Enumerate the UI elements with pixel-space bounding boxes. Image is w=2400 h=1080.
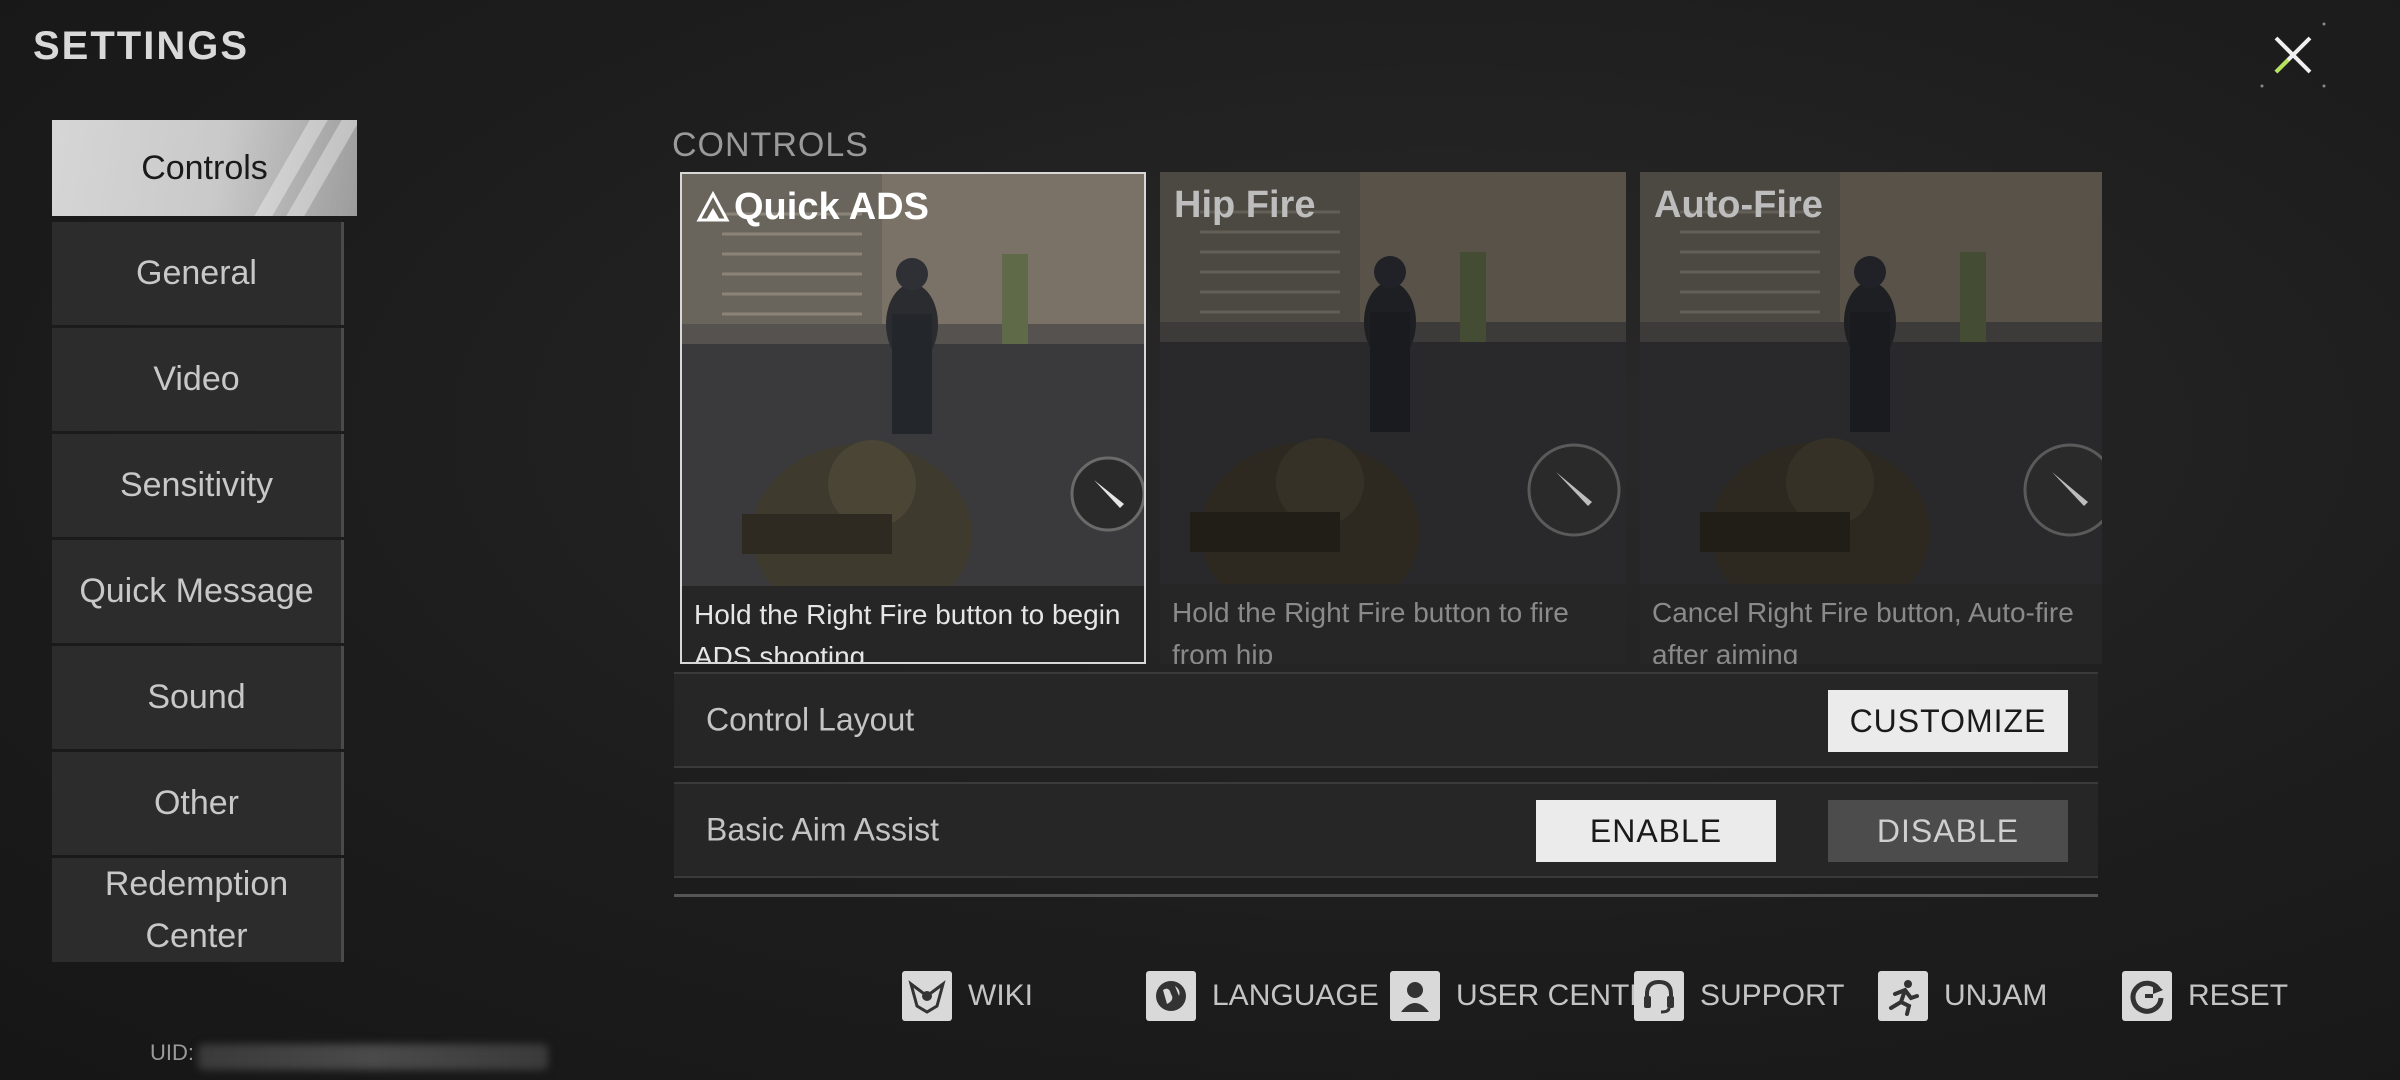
enable-button[interactable]: ENABLE	[1536, 800, 1776, 862]
mode-card-hip-fire[interactable]: Hip Fire Hold the Right Fire button to f…	[1160, 172, 1626, 664]
section-divider	[674, 894, 2098, 897]
user-center-button[interactable]: USER CENTER	[1390, 968, 1671, 1024]
fire-button-icon	[1070, 456, 1144, 532]
wiki-icon	[902, 971, 952, 1021]
mode-caption: Hold the Right Fire button to fire from …	[1160, 584, 1626, 664]
unjam-button[interactable]: UNJAM	[1878, 968, 2047, 1024]
sidebar-item-video[interactable]: Video	[52, 328, 344, 431]
close-button[interactable]	[2258, 20, 2328, 90]
sidebar-item-label: Quick Message	[79, 572, 314, 610]
sidebar-item-redemption-center[interactable]: Redemption Center	[52, 858, 344, 962]
sidebar-item-label: Sound	[147, 678, 246, 716]
reset-icon	[2122, 971, 2172, 1021]
support-label: SUPPORT	[1700, 979, 1845, 1012]
globe-icon	[1146, 971, 1196, 1021]
wiki-button[interactable]: WIKI	[902, 968, 1033, 1024]
support-button[interactable]: SUPPORT	[1634, 968, 1844, 1024]
selected-triangle-icon	[696, 190, 730, 221]
mode-card-auto-fire[interactable]: Auto-Fire Cancel Right Fire button, Auto…	[1640, 172, 2102, 664]
disable-button[interactable]: DISABLE	[1828, 800, 2068, 862]
sidebar-item-controls[interactable]: Controls	[52, 120, 357, 216]
sidebar-item-other[interactable]: Other	[52, 752, 344, 855]
mode-caption: Hold the Right Fire button to begin ADS …	[682, 586, 1144, 662]
uid-value-redacted	[198, 1044, 548, 1070]
page-title: SETTINGS	[33, 24, 250, 68]
unjam-label: UNJAM	[1944, 979, 2048, 1012]
uid-label: UID:	[150, 1040, 194, 1065]
headset-icon	[1634, 971, 1684, 1021]
sidebar-item-label: Controls	[141, 148, 268, 187]
mode-caption: Cancel Right Fire button, Auto-fire afte…	[1640, 584, 2102, 664]
mode-card-quick-ads[interactable]: Quick ADS Hold the Right Fire button to …	[680, 172, 1146, 664]
language-label: LANGUAGE	[1212, 979, 1379, 1012]
aim-assist-label: Basic Aim Assist	[706, 811, 939, 848]
sidebar-item-general[interactable]: General	[52, 222, 344, 325]
sidebar-item-sensitivity[interactable]: Sensitivity	[52, 434, 344, 537]
customize-button[interactable]: CUSTOMIZE	[1828, 690, 2068, 752]
sidebar-item-quick-message[interactable]: Quick Message	[52, 540, 344, 643]
mode-title: Hip Fire	[1174, 184, 1316, 226]
control-layout-label: Control Layout	[706, 701, 915, 738]
sidebar-item-label: Sensitivity	[119, 466, 274, 504]
reset-button[interactable]: RESET	[2122, 968, 2288, 1024]
sidebar-item-label: Video	[153, 360, 240, 398]
fire-button-icon	[2023, 443, 2102, 537]
section-title: CONTROLS	[672, 126, 869, 164]
control-layout-row: Control Layout CUSTOMIZE	[674, 672, 2098, 768]
wiki-label: WIKI	[968, 979, 1033, 1012]
mode-title: Auto-Fire	[1654, 184, 1823, 226]
sidebar-item-label-line2: Center	[145, 917, 248, 955]
running-person-icon	[1878, 971, 1928, 1021]
close-icon	[2260, 22, 2326, 88]
reset-label: RESET	[2188, 979, 2289, 1012]
fire-button-icon	[1527, 443, 1621, 537]
mode-title: Quick ADS	[696, 186, 929, 229]
user-icon	[1390, 971, 1440, 1021]
settings-sidebar: Controls General Video Sensitivity Quick…	[52, 120, 357, 965]
language-button[interactable]: LANGUAGE	[1146, 968, 1379, 1024]
sidebar-item-label-line1: Redemption	[104, 865, 289, 903]
sidebar-item-sound[interactable]: Sound	[52, 646, 344, 749]
sidebar-item-label: General	[136, 254, 257, 292]
sidebar-item-label: Other	[153, 784, 240, 822]
aim-assist-row: Basic Aim Assist ENABLE DISABLE	[674, 782, 2098, 878]
